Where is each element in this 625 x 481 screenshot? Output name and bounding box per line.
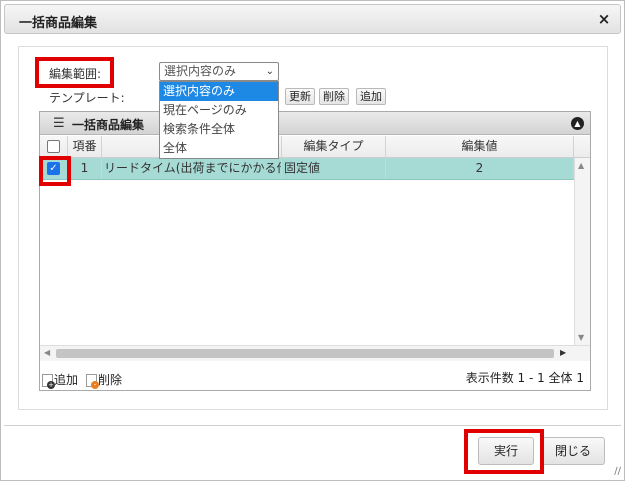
horizontal-scroll-thumb[interactable] [56, 349, 554, 358]
option-current-page[interactable]: 現在ページのみ [160, 101, 278, 120]
template-update-button[interactable]: 更新 [285, 88, 315, 105]
chevron-down-icon: ⌄ [265, 66, 274, 77]
col-header-num[interactable]: 項番 [68, 136, 102, 157]
highlight-box-execute [464, 429, 544, 474]
bulk-edit-dialog: 一括商品編集 × 編集範囲: 選択内容のみ ⌄ テンプレート: 更新 削除 追加… [0, 0, 625, 481]
col-header-edit-value[interactable]: 編集値 [386, 136, 574, 157]
delete-icon: - [86, 374, 99, 389]
template-label: テンプレート: [49, 91, 125, 105]
add-icon: + [42, 374, 55, 389]
horizontal-scrollbar[interactable]: ◀ ▶ [40, 345, 590, 361]
record-count: 表示件数 1 - 1 全体 1 [465, 371, 584, 385]
column-header-row: 項番 編集タイプ 編集値 [40, 136, 590, 158]
edit-range-dropdown: 選択内容のみ 現在ページのみ 検索条件全体 全体 [159, 81, 279, 159]
resize-handle-icon[interactable]: ∕∕ [614, 466, 621, 477]
cell-num: 1 [68, 158, 102, 179]
template-delete-button[interactable]: 削除 [319, 88, 349, 105]
scroll-left-icon[interactable]: ◀ [44, 348, 50, 357]
close-button[interactable]: 閉じる [541, 437, 605, 465]
template-add-button[interactable]: 追加 [356, 88, 386, 105]
grid-title: 一括商品編集 [72, 118, 145, 132]
option-selection-only[interactable]: 選択内容のみ [160, 82, 278, 101]
scroll-down-icon[interactable]: ▼ [578, 333, 584, 342]
dialog-titlebar[interactable]: 一括商品編集 × [4, 4, 621, 34]
cell-edit-type: 固定値 [282, 158, 386, 179]
grid-delete-label: 削除 [98, 373, 123, 387]
dialog-title: 一括商品編集 [19, 16, 98, 31]
scroll-right-icon[interactable]: ▶ [560, 348, 566, 357]
vertical-scrollbar[interactable]: ▲ ▼ [574, 158, 590, 345]
dialog-content: 編集範囲: 選択内容のみ ⌄ テンプレート: 更新 削除 追加 選択内容のみ 現… [18, 46, 608, 410]
option-search-all[interactable]: 検索条件全体 [160, 120, 278, 139]
bulk-edit-grid: ☰ 一括商品編集 ▲ 項番 編集タイプ 編集値 ✓ 1 リードタイム(出荷までに… [39, 111, 591, 391]
highlight-box-range [35, 57, 114, 88]
grid-header: ☰ 一括商品編集 ▲ [40, 112, 590, 135]
edit-range-select-value: 選択内容のみ [164, 64, 237, 78]
scroll-up-icon[interactable]: ▲ [578, 161, 584, 170]
cell-item: リードタイム(出荷までにかかる作業 [102, 158, 282, 179]
menu-icon: ☰ [53, 116, 65, 131]
edit-range-select[interactable]: 選択内容のみ ⌄ [159, 62, 279, 81]
highlight-box-checkbox [39, 156, 71, 186]
select-all-cell [40, 136, 68, 157]
close-icon[interactable]: × [596, 11, 612, 27]
footer-divider [4, 425, 621, 426]
grid-add-button[interactable]: + 追加 [42, 371, 79, 389]
collapse-icon[interactable]: ▲ [571, 117, 584, 130]
grid-delete-button[interactable]: - 削除 [86, 371, 123, 389]
select-all-checkbox[interactable] [47, 140, 60, 153]
grid-footer: + 追加 - 削除 表示件数 1 - 1 全体 1 [40, 362, 590, 390]
grid-add-label: 追加 [54, 373, 79, 387]
option-all[interactable]: 全体 [160, 139, 278, 158]
cell-edit-value: 2 [386, 158, 574, 179]
table-row[interactable]: ✓ 1 リードタイム(出荷までにかかる作業 固定値 2 [40, 158, 574, 180]
col-header-edit-type[interactable]: 編集タイプ [282, 136, 386, 157]
